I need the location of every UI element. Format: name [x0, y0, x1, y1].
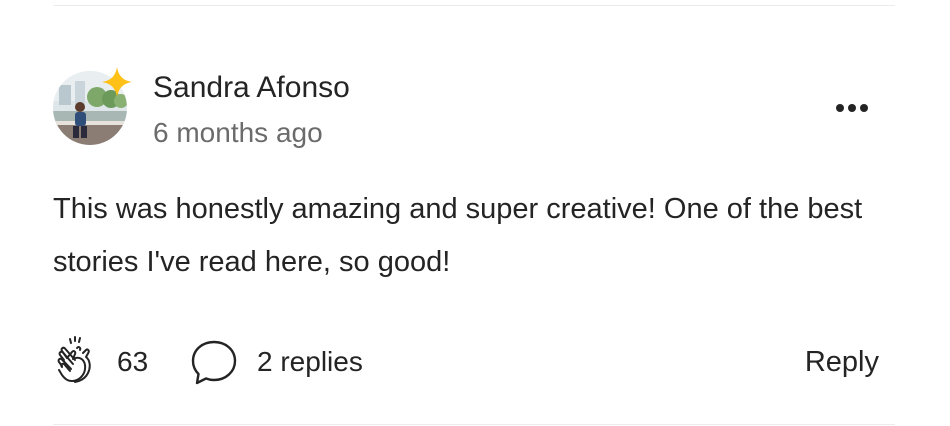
- comment-actions: 63 2 replies Reply: [53, 332, 883, 392]
- sparkle-icon: [102, 67, 132, 97]
- comment-bubble-icon: [191, 340, 237, 385]
- author-name[interactable]: Sandra Afonso: [153, 70, 350, 106]
- replies-label: 2 replies: [257, 346, 363, 377]
- more-options-dot: [860, 104, 868, 112]
- clap-button[interactable]: 63: [53, 332, 148, 392]
- clap-count: 63: [117, 346, 149, 377]
- reply-button[interactable]: Reply: [805, 332, 879, 392]
- replies-button[interactable]: 2 replies: [189, 332, 363, 392]
- comment-timestamp: 6 months ago: [153, 117, 323, 148]
- more-options-icon: [836, 104, 844, 112]
- comment-card: Sandra Afonso 6 months ago This was hone…: [0, 0, 950, 426]
- more-options-dot: [848, 104, 856, 112]
- top-divider: [53, 5, 895, 6]
- comment-body: This was honestly amazing and super crea…: [53, 193, 863, 278]
- bottom-divider: [53, 424, 895, 425]
- clap-icon: [57, 336, 91, 383]
- more-options-button[interactable]: [830, 96, 874, 120]
